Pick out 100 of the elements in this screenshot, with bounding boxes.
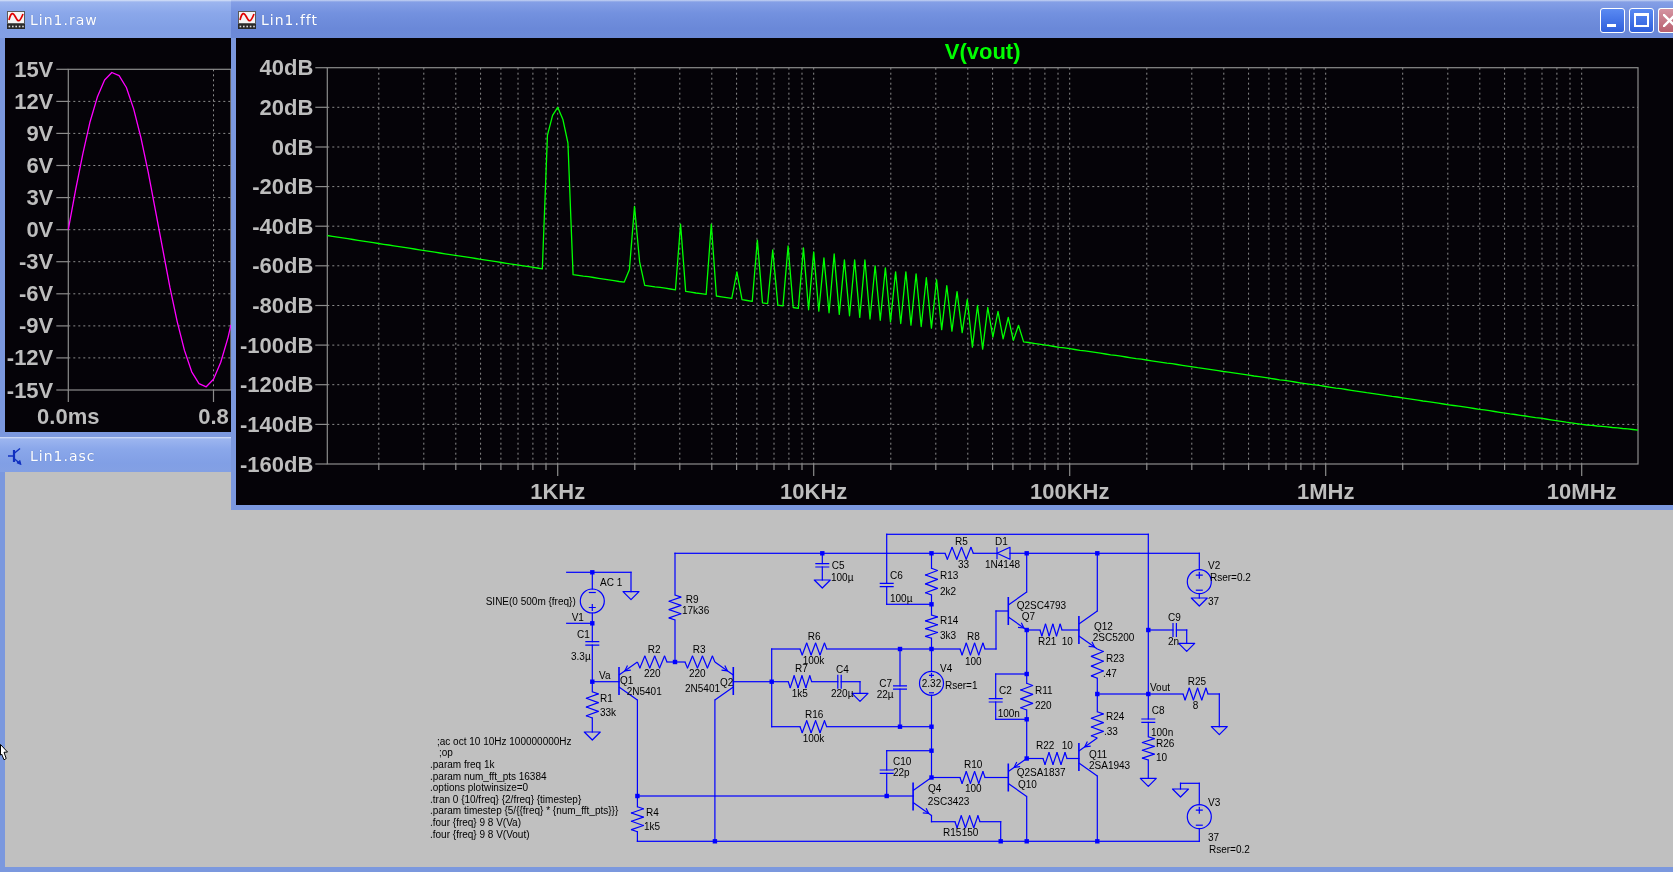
component-label: C1 bbox=[577, 628, 590, 640]
y-axis-label: -100dB bbox=[239, 332, 314, 358]
wire bbox=[1207, 693, 1220, 728]
resistor-symbol bbox=[924, 614, 939, 639]
wire bbox=[984, 610, 1009, 650]
resistor-symbol bbox=[954, 815, 981, 829]
spice-directive: .param freq 1k bbox=[430, 759, 495, 771]
component-label: Q10 bbox=[1018, 779, 1037, 790]
y-axis-label: 0V bbox=[26, 217, 54, 243]
component-value: 33 bbox=[958, 558, 970, 570]
capacitor-symbol bbox=[879, 582, 895, 588]
y-axis-label: 6V bbox=[26, 153, 54, 178]
resistor-symbol bbox=[585, 691, 599, 719]
spice-directive: .param num_fft_pts 16384 bbox=[430, 770, 547, 783]
component-label: C9 bbox=[1168, 612, 1181, 624]
x-axis-label: 10KHz bbox=[780, 478, 848, 504]
capacitor-symbol bbox=[1140, 718, 1156, 723]
ground-symbol bbox=[1171, 788, 1190, 798]
voltage-source-symbol bbox=[918, 670, 945, 696]
y-axis-label: -160dB bbox=[239, 451, 314, 477]
waveform-icon bbox=[7, 11, 25, 29]
x-axis-label: 1MHz bbox=[1296, 478, 1355, 504]
component-value: 22µ bbox=[876, 689, 894, 700]
component-label: V4 bbox=[940, 662, 953, 674]
component-value: 2SA1943 bbox=[1089, 760, 1131, 771]
maximize-icon bbox=[1634, 13, 1649, 27]
capacitor-symbol bbox=[879, 769, 895, 774]
resistor-symbol bbox=[1039, 623, 1063, 637]
resistor-symbol bbox=[1182, 687, 1209, 701]
ground-symbol bbox=[583, 731, 601, 741]
component-label: V3 bbox=[1208, 797, 1221, 809]
capacitor-symbol bbox=[1172, 622, 1177, 638]
capacitor-symbol bbox=[584, 641, 600, 646]
component-value: 1N4148 bbox=[985, 558, 1021, 570]
component-value: 100µ bbox=[890, 592, 913, 604]
source-parameter: Rser=0.2 bbox=[1209, 844, 1250, 855]
component-value: 37 bbox=[1208, 831, 1220, 843]
component-label: Q2 bbox=[720, 676, 734, 688]
component-value: 2k2 bbox=[940, 585, 957, 597]
resistor-symbol bbox=[636, 655, 668, 669]
window-title: Lin1.raw bbox=[30, 12, 98, 28]
component-value: 100n bbox=[1151, 726, 1174, 738]
component-label: R24 bbox=[1106, 711, 1125, 723]
component-value: 10 bbox=[1061, 635, 1073, 647]
component-value: 2N5401 bbox=[626, 685, 662, 697]
y-axis-label: 40dB bbox=[259, 55, 314, 81]
component-label: D1 bbox=[995, 536, 1008, 548]
y-axis-label: -60dB bbox=[252, 253, 314, 279]
resistor-symbol bbox=[944, 546, 974, 560]
component-label: Q1 bbox=[620, 674, 634, 686]
y-axis-label: 12V bbox=[14, 88, 54, 114]
ground-symbol bbox=[1210, 726, 1228, 736]
maximize-button[interactable] bbox=[1629, 7, 1654, 33]
component-value: Q2SC4793 bbox=[1016, 599, 1067, 611]
resistor-symbol bbox=[799, 720, 828, 734]
source-parameter: AC 1 bbox=[600, 576, 623, 588]
wire bbox=[930, 814, 956, 823]
window-title: Lin1.asc bbox=[30, 447, 96, 464]
ground-symbol bbox=[1178, 642, 1196, 652]
y-axis-label: 3V bbox=[26, 185, 54, 211]
component-label: R26 bbox=[1156, 738, 1175, 749]
trace-label: V(vout) bbox=[944, 38, 1021, 64]
y-axis-label: 9V bbox=[26, 120, 54, 146]
y-axis-label: 15V bbox=[14, 56, 54, 82]
close-button[interactable] bbox=[1658, 7, 1673, 33]
y-axis-label: -40dB bbox=[252, 213, 314, 239]
component-label: Q11 bbox=[1089, 749, 1108, 760]
source-parameter: Rser=1 bbox=[945, 680, 978, 692]
y-axis-label: -15V bbox=[6, 377, 54, 403]
component-value: 100k bbox=[802, 732, 825, 744]
window-title: Lin1.fft bbox=[261, 12, 319, 28]
component-label: Q7 bbox=[1021, 611, 1036, 623]
resistor-symbol bbox=[799, 642, 828, 656]
net-label: Va bbox=[599, 670, 611, 682]
component-value: 220 bbox=[689, 667, 706, 679]
resistor-symbol bbox=[668, 594, 682, 621]
resistor-symbol bbox=[1090, 711, 1104, 739]
component-label: R16 bbox=[805, 708, 824, 720]
minimize-button[interactable] bbox=[1600, 7, 1625, 33]
y-axis-label: -3V bbox=[19, 249, 54, 275]
component-label: V1 bbox=[571, 612, 584, 624]
component-label: C6 bbox=[890, 570, 903, 582]
x-axis-label: 100KHz bbox=[1029, 478, 1110, 504]
component-label: R22 bbox=[1036, 740, 1055, 752]
y-axis-label: 0dB bbox=[271, 134, 314, 160]
component-label: C4 bbox=[836, 663, 849, 675]
component-value: 22p bbox=[893, 766, 910, 778]
ground-symbol bbox=[622, 591, 640, 601]
component-label: R10 bbox=[964, 758, 983, 770]
component-value: .33 bbox=[1104, 726, 1118, 738]
component-value: 3k3 bbox=[940, 629, 957, 641]
component-value: 100 bbox=[965, 655, 982, 667]
resistor-symbol bbox=[1090, 648, 1104, 679]
component-value: 2.32 bbox=[921, 677, 942, 689]
diode-symbol bbox=[996, 546, 1011, 560]
component-label: R1 bbox=[600, 692, 613, 704]
capacitor-symbol bbox=[988, 698, 1004, 703]
component-value: Q2SA1837 bbox=[1016, 767, 1066, 779]
component-label: R23 bbox=[1106, 652, 1125, 664]
wire bbox=[591, 717, 593, 733]
